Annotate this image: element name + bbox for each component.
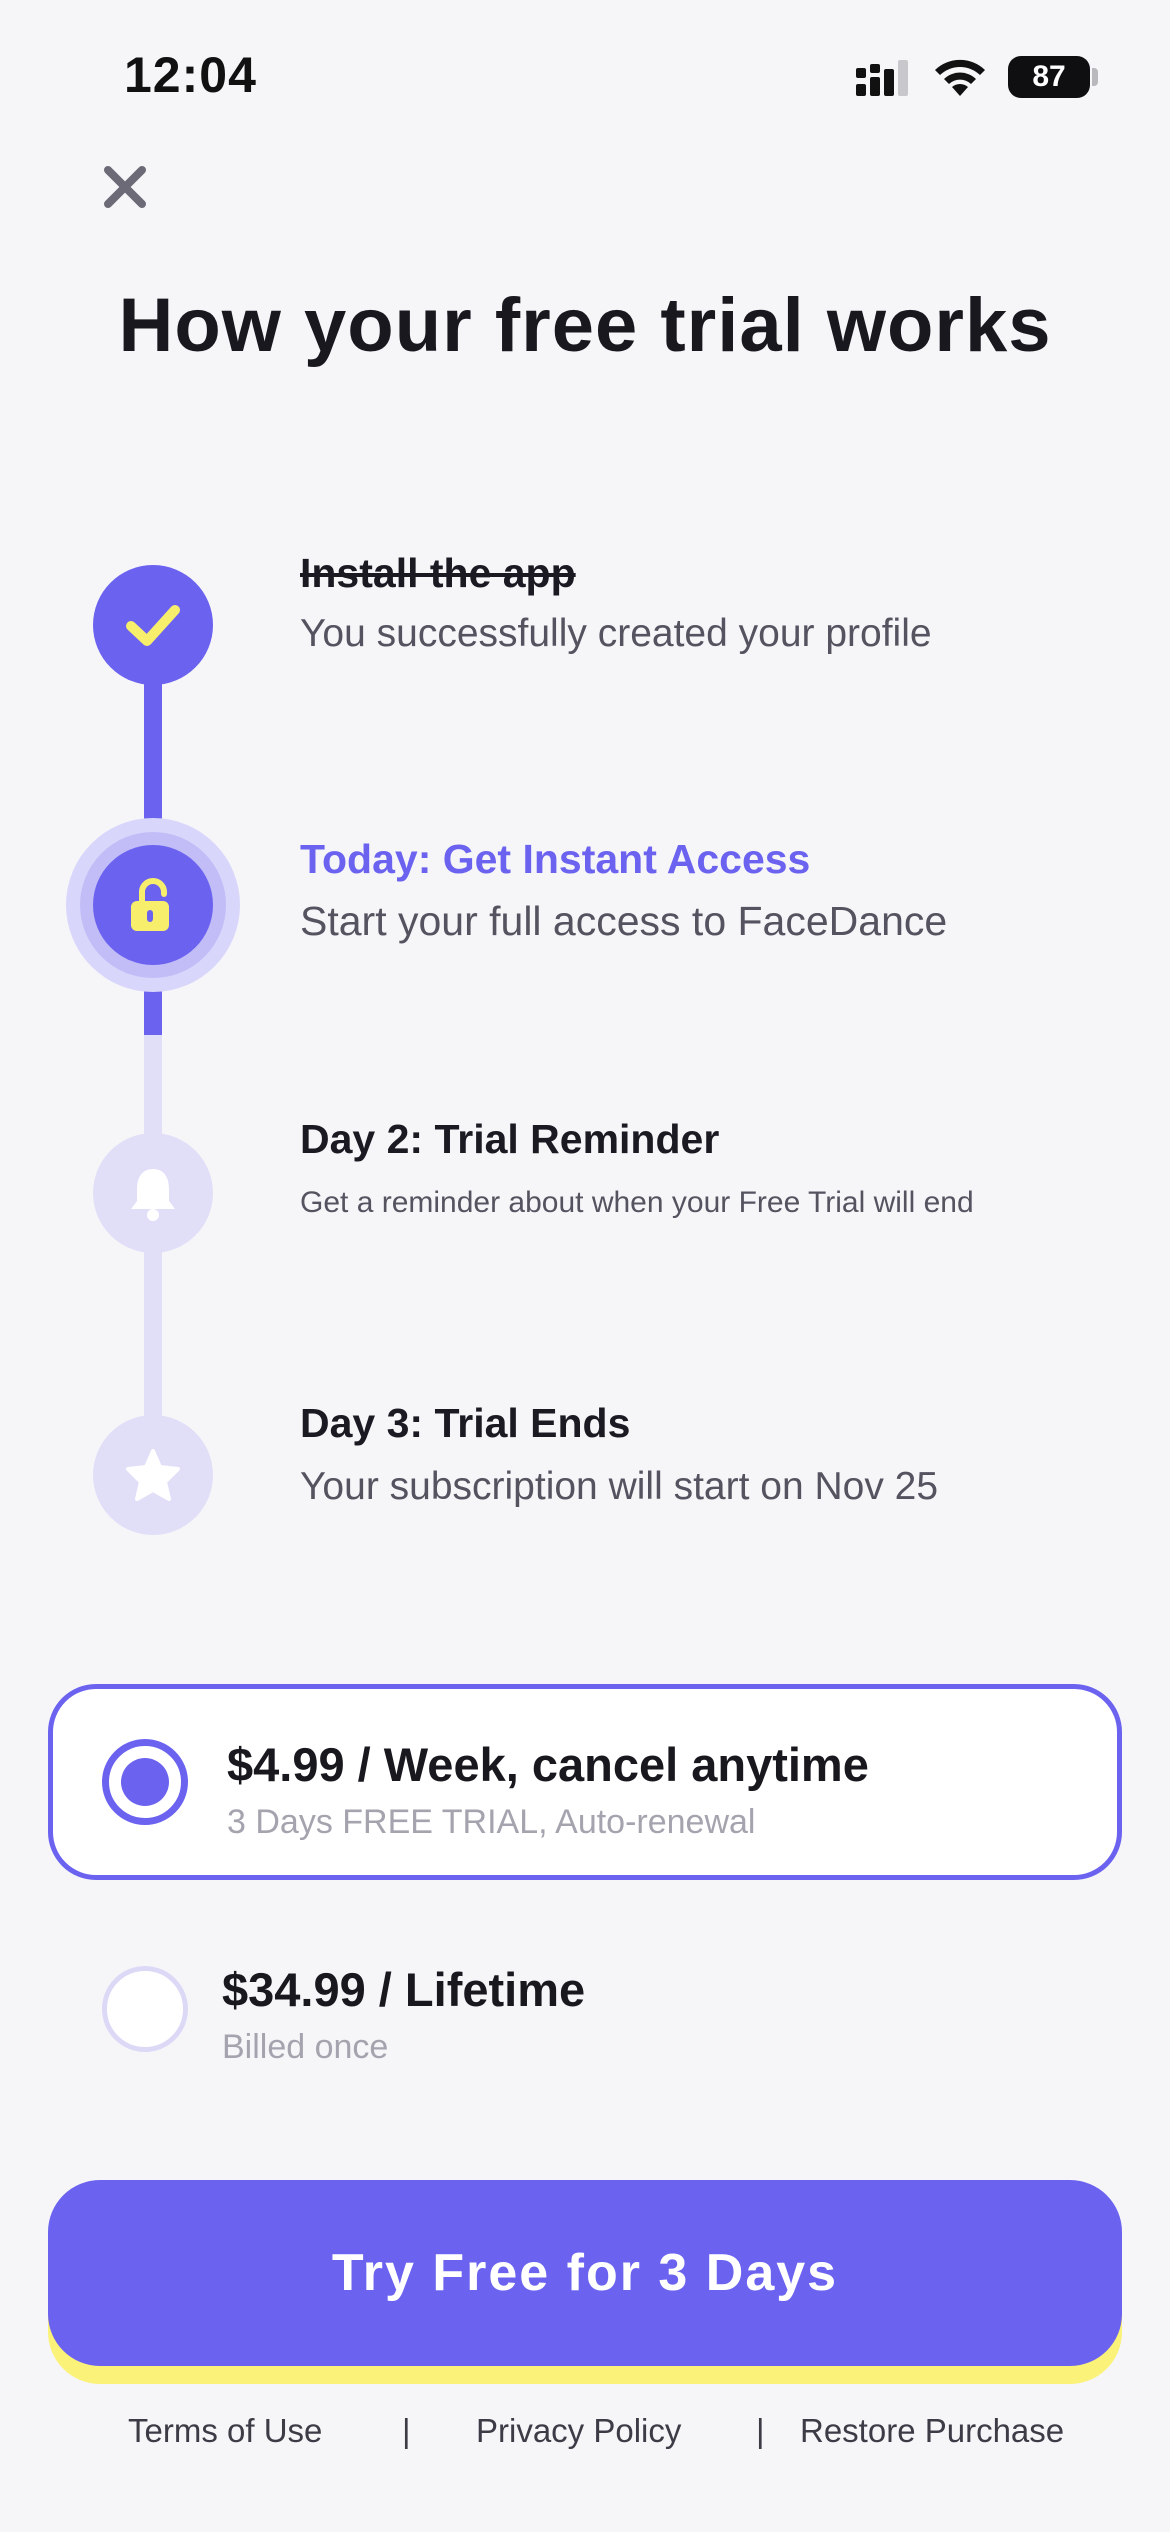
bell-icon <box>131 1169 175 1221</box>
plan-title-lifetime: $34.99 / Lifetime <box>222 1963 586 2016</box>
plan-subtitle-lifetime: Billed once <box>222 2028 389 2066</box>
radio-selected[interactable] <box>102 1739 188 1825</box>
step-node-trial-ends <box>93 1415 213 1535</box>
step-title-install: Install the app <box>300 550 576 596</box>
plan-option-lifetime[interactable]: $34.99 / Lifetime Billed once <box>48 1910 1122 2106</box>
wifi-icon <box>935 59 985 96</box>
privacy-link[interactable]: Privacy Policy <box>476 2412 681 2450</box>
footer-links: Terms of Use | Privacy Policy | Restore … <box>0 2412 1170 2462</box>
plan-subtitle-weekly: 3 Days FREE TRIAL, Auto-renewal <box>227 1803 756 1841</box>
unlock-icon <box>131 878 169 931</box>
step-node-access <box>93 845 213 965</box>
step-desc-install: You successfully created your profile <box>300 612 932 655</box>
step-node-reminder <box>93 1133 213 1253</box>
star-icon <box>126 1449 180 1501</box>
step-desc-reminder: Get a reminder about when your Free Tria… <box>300 1186 974 1219</box>
step-title-access: Today: Get Instant Access <box>300 836 811 882</box>
step-title-reminder: Day 2: Trial Reminder <box>300 1116 720 1162</box>
terms-link[interactable]: Terms of Use <box>128 2412 322 2450</box>
status-time: 12:04 <box>124 47 257 103</box>
restore-purchase-link[interactable]: Restore Purchase <box>800 2412 1064 2450</box>
cellular-signal-icon <box>856 60 908 96</box>
battery-nub <box>1092 68 1098 86</box>
plan-option-weekly[interactable]: $4.99 / Week, cancel anytime 3 Days FREE… <box>48 1684 1122 1880</box>
page-title: How your free trial works <box>118 283 1052 368</box>
timeline-remaining-rail <box>144 1035 162 1475</box>
close-button[interactable] <box>98 160 152 214</box>
radio-dot <box>121 1758 169 1806</box>
check-icon <box>126 605 180 646</box>
footer-separator: | <box>402 2412 411 2449</box>
battery-icon: 87 <box>1008 56 1090 98</box>
step-desc-access: Start your full access to FaceDance <box>300 898 948 944</box>
battery-level: 87 <box>1032 60 1066 93</box>
plan-title-weekly: $4.99 / Week, cancel anytime <box>227 1738 869 1791</box>
footer-separator: | <box>756 2412 765 2449</box>
step-node-install <box>93 565 213 685</box>
step-desc-trial-ends: Your subscription will start on Nov 25 <box>300 1465 939 1508</box>
step-title-trial-ends: Day 3: Trial Ends <box>300 1400 631 1446</box>
status-bar: 12:04 87 <box>0 0 1170 150</box>
close-icon <box>104 166 146 208</box>
try-free-button[interactable]: Try Free for 3 Days <box>48 2180 1122 2366</box>
radio-unselected[interactable] <box>102 1966 188 2052</box>
